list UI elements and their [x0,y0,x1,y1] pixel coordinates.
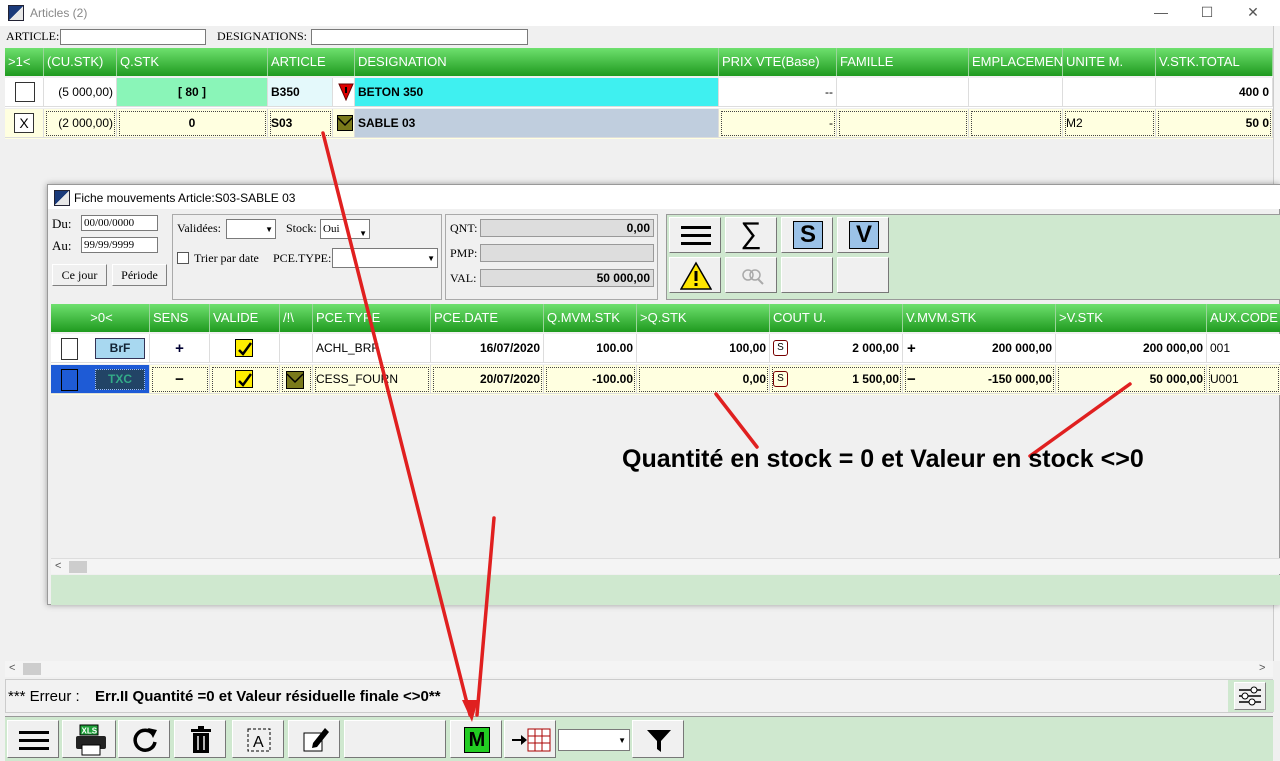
annotation-text: Quantité en stock = 0 et Valeur en stock… [622,445,1144,473]
red-arrow-line [714,392,759,449]
red-arrow-line [475,516,496,717]
annotation-arrows [321,131,1132,722]
red-arrow-line [321,131,472,717]
